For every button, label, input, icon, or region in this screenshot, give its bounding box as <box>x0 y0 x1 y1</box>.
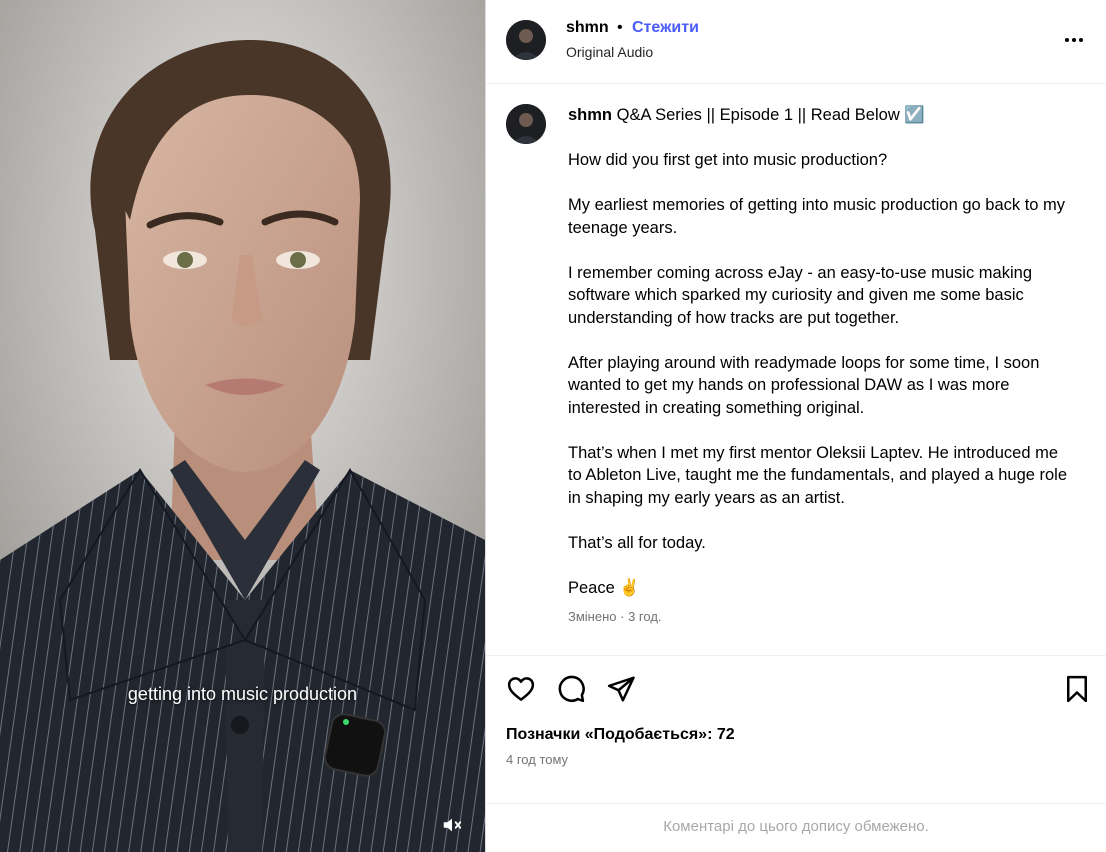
meta-separator: · <box>620 609 625 624</box>
caption-paragraph: That’s all for today. <box>568 533 706 552</box>
caption-paragraph: My earliest memories of getting into mus… <box>568 196 1066 237</box>
speaker-muted-icon[interactable] <box>441 814 463 836</box>
post-actions: Позначки «Подобається»: 72 4 год тому <box>486 656 1106 804</box>
author-username[interactable]: shmn <box>566 19 609 37</box>
avatar[interactable] <box>506 20 546 60</box>
post-header: shmn • Стежити Original Audio <box>486 0 1106 84</box>
follow-button[interactable]: Стежити <box>632 19 699 37</box>
caption-paragraph: How did you first get into music product… <box>568 151 888 169</box>
post-caption: shmn Q&A Series || Episode 1 || Read Bel… <box>486 84 1106 656</box>
more-horizontal-icon[interactable] <box>1062 28 1086 52</box>
likes-count[interactable]: Позначки «Подобається»: 72 <box>506 726 735 744</box>
reel-video[interactable]: getting into music production <box>0 0 485 852</box>
audio-link[interactable]: Original Audio <box>566 44 653 60</box>
edited-time[interactable]: 3 год. <box>628 609 661 624</box>
caption-paragraph: After playing around with readymade loop… <box>568 353 1040 417</box>
edited-label: Змінено <box>568 609 617 624</box>
comment-icon[interactable] <box>556 674 586 704</box>
heart-icon[interactable] <box>506 674 536 704</box>
share-icon[interactable] <box>606 674 636 704</box>
separator-dot: • <box>617 19 623 36</box>
caption-username[interactable]: shmn <box>568 106 612 124</box>
caption-paragraph: I remember coming across eJay - an easy-… <box>568 263 1032 327</box>
avatar[interactable] <box>506 104 546 144</box>
post-timestamp[interactable]: 4 год тому <box>506 752 568 767</box>
caption-title: Q&A Series || Episode 1 || Read Below ☑️ <box>616 106 925 124</box>
caption-paragraph: Peace ✌️ <box>568 578 640 597</box>
profile-photo <box>506 20 546 60</box>
caption-paragraph: That’s when I met my first mentor Oleksi… <box>568 443 1068 507</box>
caption-text: shmn Q&A Series || Episode 1 || Read Bel… <box>568 104 1073 599</box>
caption-meta: Змінено · 3 год. <box>568 609 662 624</box>
video-frame <box>0 0 485 852</box>
caption-title-line: shmn Q&A Series || Episode 1 || Read Bel… <box>568 104 1073 127</box>
bookmark-icon[interactable] <box>1062 674 1092 704</box>
video-caption-overlay: getting into music production <box>127 684 358 704</box>
profile-photo <box>506 104 546 144</box>
comments-disabled-notice: Коментарі до цього допису обмежено. <box>663 818 929 835</box>
